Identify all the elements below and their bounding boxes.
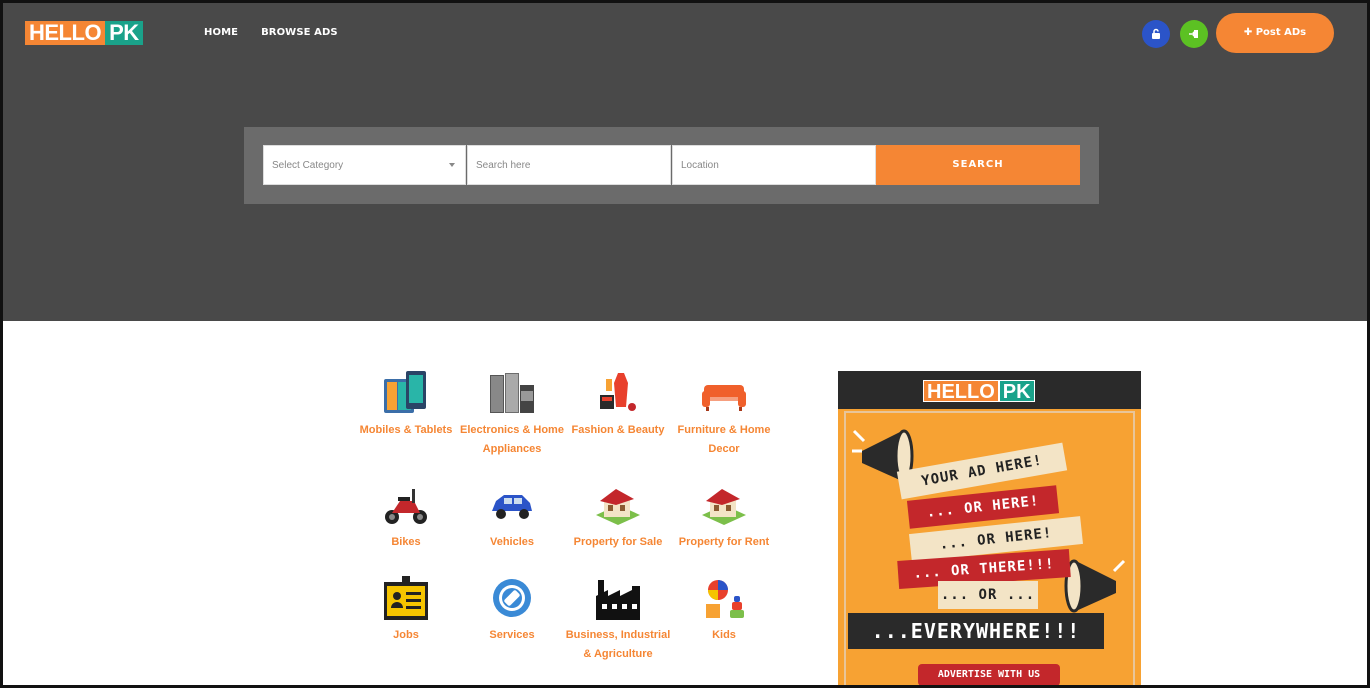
category-bikes[interactable]: Bikes (351, 483, 461, 552)
sign-in-icon (1189, 30, 1198, 38)
location-input[interactable]: Location (672, 145, 876, 185)
category-label: Jobs (393, 629, 419, 641)
search-panel: Select Category Search here Location SEA… (244, 127, 1099, 204)
factory-icon (596, 580, 640, 620)
category-label: Kids (712, 629, 736, 641)
ad-banner-top: HELLO PK (838, 371, 1141, 409)
nav-browse-ads[interactable]: BROWSE ADS (261, 26, 338, 40)
category-property-sale[interactable]: Property for Sale (563, 483, 673, 552)
category-label: Vehicles (489, 536, 535, 548)
ad-logo: HELLO PK (923, 380, 1035, 403)
search-button[interactable]: SEARCH (876, 145, 1080, 185)
nav-home[interactable]: HOME (204, 26, 238, 40)
category-jobs[interactable]: Jobs (351, 576, 461, 645)
category-label: Services (489, 629, 535, 641)
ad-banner[interactable]: HELLO PK YOUR AD HERE! ... OR HERE! ... … (838, 371, 1141, 685)
main-nav: HOME BROWSE ADS (204, 26, 338, 40)
category-electronics[interactable]: Electronics & Home Appliances (457, 371, 567, 459)
ad-logo-hello: HELLO (923, 380, 999, 403)
site-logo[interactable]: HELLO PK (25, 21, 143, 45)
category-select-label: Select Category (272, 160, 344, 171)
id-badge-icon (384, 576, 428, 620)
logo-hello: HELLO (25, 21, 106, 45)
category-kids[interactable]: Kids (669, 576, 779, 645)
category-label: Fashion & Beauty (571, 424, 665, 436)
category-select[interactable]: Select Category (263, 145, 466, 185)
category-mobiles[interactable]: Mobiles & Tablets (351, 371, 461, 440)
category-label: Furniture & Home Decor (677, 424, 771, 455)
advertise-with-us-button[interactable]: ADVERTISE WITH US (918, 664, 1060, 685)
house-icon (596, 489, 640, 525)
search-input[interactable]: Search here (467, 145, 671, 185)
ad-logo-pk: PK (998, 380, 1035, 403)
page-frame: HELLO PK HOME BROWSE ADS ✚ Post ADs Sele… (0, 0, 1370, 688)
header-hero: HELLO PK HOME BROWSE ADS ✚ Post ADs Sele… (3, 3, 1367, 321)
unlock-button[interactable] (1142, 20, 1170, 48)
category-fashion[interactable]: Fashion & Beauty (563, 371, 673, 440)
login-button[interactable] (1180, 20, 1208, 48)
category-label: Bikes (391, 536, 421, 548)
category-label: Electronics & Home Appliances (460, 424, 564, 455)
sofa-icon (702, 385, 746, 411)
ad-sign-everywhere: ...EVERYWHERE!!! (848, 613, 1104, 649)
category-business[interactable]: Business, Industrial & Agriculture (563, 576, 673, 664)
house-icon (702, 489, 746, 525)
post-ads-button[interactable]: ✚ Post ADs (1216, 13, 1334, 53)
chevron-down-icon (449, 163, 455, 167)
car-icon (492, 495, 532, 519)
appliances-icon (490, 373, 534, 413)
tablet-icon (384, 371, 426, 413)
toys-icon (706, 580, 744, 618)
logo-pk: PK (105, 21, 143, 45)
category-label: Mobiles & Tablets (359, 424, 453, 436)
ad-sign: ... OR ... (938, 581, 1038, 609)
category-vehicles[interactable]: Vehicles (457, 483, 567, 552)
category-furniture[interactable]: Furniture & Home Decor (669, 371, 779, 459)
category-property-rent[interactable]: Property for Rent (669, 483, 779, 552)
category-label: Property for Rent (678, 536, 770, 548)
category-label: Business, Industrial & Agriculture (565, 629, 671, 660)
scooter-icon (385, 489, 427, 524)
category-services[interactable]: Services (457, 576, 567, 645)
gear-wrench-icon (493, 579, 531, 617)
category-label: Property for Sale (573, 536, 663, 548)
fashion-icon (600, 373, 636, 411)
unlock-icon (1152, 28, 1160, 39)
